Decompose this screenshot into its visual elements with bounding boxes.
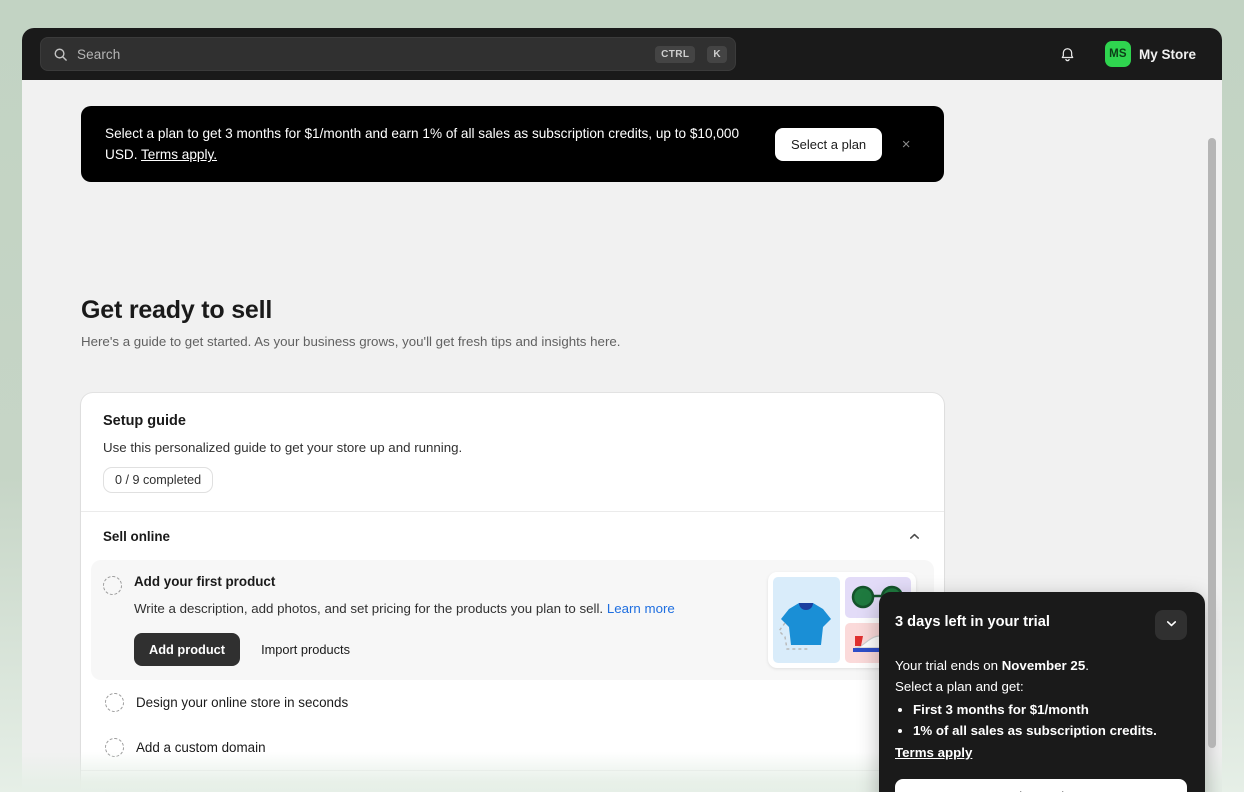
setup-guide-description: Use this personalized guide to get your …	[103, 440, 463, 455]
trial-popover-collapse-button[interactable]	[1155, 610, 1187, 640]
task-incomplete-circle-icon[interactable]	[105, 738, 124, 757]
section-sell-online[interactable]: Sell online	[81, 511, 944, 560]
chevron-down-icon	[1165, 617, 1178, 633]
section-store-settings[interactable]: Store settings	[81, 770, 944, 792]
trial-popover-title: 3 days left in your trial	[895, 614, 1050, 630]
vertical-scrollbar[interactable]	[1208, 138, 1216, 786]
list-item: First 3 months for $1/month	[913, 699, 1187, 720]
trial-terms-apply-link[interactable]: Terms apply	[895, 742, 972, 763]
bell-icon	[1059, 46, 1076, 63]
app-window: Search CTRL K MS My Store Select a plan …	[22, 28, 1222, 792]
scrollbar-thumb[interactable]	[1208, 138, 1216, 748]
trial-benefits-list: First 3 months for $1/month 1% of all sa…	[913, 699, 1187, 741]
task-add-custom-domain[interactable]: Add a custom domain	[83, 725, 944, 770]
add-product-button[interactable]: Add product	[134, 633, 241, 666]
promo-banner-text: Select a plan to get 3 months for $1/mon…	[105, 123, 765, 165]
trial-popover-body: Your trial ends on November 25. Select a…	[895, 655, 1187, 763]
task-design-online-store[interactable]: Design your online store in seconds	[83, 680, 944, 725]
task-description-text: Write a description, add photos, and set…	[134, 601, 607, 616]
trial-end-date: November 25	[1001, 658, 1086, 673]
shortcut-k-key: K	[707, 45, 727, 63]
task-add-first-product[interactable]: Add your first product Write a descripti…	[91, 560, 934, 680]
page-title: Get ready to sell	[81, 296, 273, 324]
import-products-button[interactable]: Import products	[250, 633, 361, 666]
section-store-settings-label: Store settings	[103, 788, 192, 792]
content-scroll-area[interactable]: Select a plan to get 3 months for $1/mon…	[22, 80, 1222, 792]
page-subtitle: Here's a guide to get started. As your b…	[81, 334, 621, 349]
trial-select-a-plan-button[interactable]: Select a plan	[895, 779, 1187, 792]
task-actions: Add product Import products	[134, 633, 694, 666]
terms-apply-link[interactable]: Terms apply.	[141, 147, 217, 162]
task-incomplete-circle-icon[interactable]	[103, 576, 122, 595]
setup-guide-title: Setup guide	[103, 413, 186, 429]
trial-end-line: Your trial ends on November 25.	[895, 655, 1187, 676]
trial-popover-header: 3 days left in your trial	[895, 610, 1187, 640]
section-sell-online-label: Sell online	[103, 528, 170, 544]
search-placeholder: Search	[77, 46, 121, 62]
promo-banner: Select a plan to get 3 months for $1/mon…	[81, 106, 944, 182]
task-label: Design your online store in seconds	[136, 695, 349, 710]
trial-end-suffix: .	[1085, 658, 1089, 673]
task-incomplete-circle-icon[interactable]	[105, 693, 124, 712]
search-input[interactable]: Search CTRL K	[40, 37, 736, 71]
avatar: MS	[1104, 41, 1131, 67]
list-item: 1% of all sales as subscription credits.	[913, 720, 1187, 741]
store-menu-button[interactable]: MS My Store	[1101, 37, 1204, 71]
task-title: Add your first product	[134, 574, 276, 589]
task-body: Add your first product Write a descripti…	[134, 574, 694, 666]
progress-badge: 0 / 9 completed	[103, 467, 214, 493]
task-label: Add a custom domain	[136, 740, 266, 755]
screen-root: Search CTRL K MS My Store Select a plan …	[0, 0, 1244, 792]
shortcut-ctrl-key: CTRL	[655, 45, 696, 63]
select-a-plan-button[interactable]: Select a plan	[775, 127, 883, 161]
setup-guide-header: Setup guide Use this personalized guide …	[81, 393, 944, 511]
trial-popover: 3 days left in your trial Your trial end…	[879, 592, 1205, 792]
notifications-button[interactable]	[1053, 39, 1083, 69]
task-description: Write a description, add photos, and set…	[134, 598, 694, 619]
store-name-label: My Store	[1138, 46, 1196, 62]
page-heading: Get ready to sell Here's a guide to get …	[81, 296, 961, 349]
trial-end-prefix: Your trial ends on	[895, 658, 1002, 673]
learn-more-link[interactable]: Learn more	[607, 601, 675, 616]
setup-guide-card: Setup guide Use this personalized guide …	[81, 393, 944, 792]
top-bar: Search CTRL K MS My Store	[22, 28, 1222, 80]
search-icon	[53, 47, 68, 62]
chevron-up-icon[interactable]	[906, 528, 922, 544]
select-plan-line: Select a plan and get:	[895, 679, 1024, 694]
tshirt-icon	[773, 577, 840, 663]
close-icon[interactable]: ×	[892, 130, 920, 158]
